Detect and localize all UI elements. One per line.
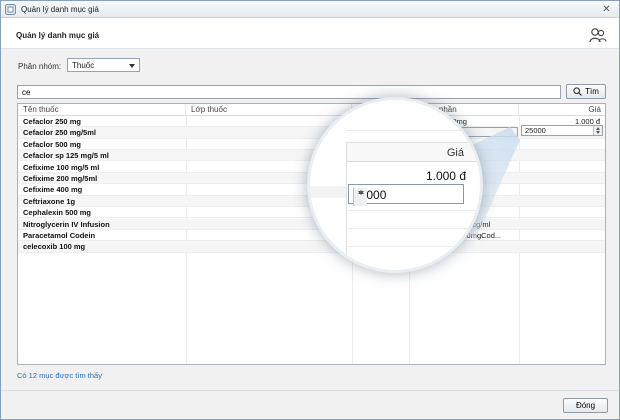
cell-name: Cefaclor 250 mg/5ml [23,128,96,138]
cell-name: Cefaclor sp 125 mg/5 ml [23,151,109,161]
magnifier-lens: Giá 1.000 đ 25000 [310,100,480,270]
column-header-name[interactable]: Tên thuốc [18,104,186,116]
main-content: Phân nhóm: Thuốc Tìm Tên thuốc Lớp thuốc… [1,49,619,390]
cell-class [186,116,352,127]
table-row[interactable]: Paracetamol CodeinParacetamol 500mgCod..… [18,230,605,242]
table-row[interactable]: celecoxib 100 mg [18,241,605,253]
table-row[interactable]: Cephalexin 500 mgCephalexin 500mg [18,207,605,219]
spin-buttons[interactable] [593,126,602,135]
magnified-price-value: 1.000 đ [425,169,466,183]
cell-name: Cephalexin 500 mg [23,208,91,218]
cell-price [519,207,605,218]
magnified-spin-buttons[interactable] [353,188,367,206]
close-button[interactable]: Đóng [563,398,608,413]
app-window: Quản lý danh mục giá ✕ Quản lý danh mục … [0,0,620,420]
cell-name: celecoxib 100 mg [23,242,86,252]
footer-bar: Đóng [1,390,619,419]
cell-name: Cefixime 100 mg/5 ml [23,162,100,172]
table-row[interactable]: Cefaclor sp 125 mg/5 ml [18,150,605,162]
cell-class [186,241,352,252]
search-button-label: Tìm [585,87,599,96]
cell-name: Ceftriaxone 1g [23,196,76,206]
result-count: Có 12 mục được tìm thấy [17,371,102,380]
group-select[interactable]: Thuốc [67,58,140,72]
cell-price [519,150,605,161]
price-editor[interactable]: 25000 [521,125,603,136]
table-row[interactable]: Nitroglycerin IV InfusionNitroglycerin 2… [18,218,605,230]
app-icon [5,4,16,15]
cell-price [519,162,605,173]
users-icon[interactable] [589,27,607,43]
magnified-column-label: Giá [446,147,464,159]
magnified-price-editor[interactable]: 25000 [348,184,464,206]
filter-label: Phân nhóm: [18,62,62,71]
cell-price [519,196,605,207]
cell-price [519,184,605,195]
search-input[interactable] [17,85,561,99]
page-title: Quản lý danh mục giá [16,31,100,40]
table-row[interactable]: Cefaclor 500 mgCefaclor 500mg [18,139,605,151]
table-row[interactable]: Cefaclor 250 mgviênCefaclor 250mg1.000 đ [18,116,605,128]
table-header: Tên thuốc Lớp thuốc Đơn vị Thành phần Gi… [18,104,605,116]
cell-price [519,219,605,230]
cell-name: Cefixime 400 mg [23,185,83,195]
window-title: Quản lý danh mục giá [21,5,99,14]
cell-name: Cefaclor 250 mg [23,117,81,126]
cell-name: Cefixime 200 mg/5ml [23,174,98,183]
cell-price [519,230,605,241]
column-header-class[interactable]: Lớp thuốc [186,104,352,116]
group-select-value: Thuốc [72,61,95,70]
cell-price [519,241,605,252]
cell-name: Nitroglycerin IV Infusion [23,219,110,229]
price-editor-value: 25000 [525,126,546,135]
chevron-down-icon [129,64,135,68]
magnified-column-header: Giá [346,142,480,162]
cell-name: Paracetamol Codein [23,231,96,240]
cell-name: Cefaclor 500 mg [23,139,81,149]
price-table: Tên thuốc Lớp thuốc Đơn vị Thành phần Gi… [17,103,606,365]
search-icon [573,87,583,96]
cell-price [519,139,605,150]
page-header: Quản lý danh mục giá [1,19,619,49]
column-header-price[interactable]: Giá [519,104,605,116]
close-icon[interactable]: ✕ [600,3,613,16]
cell-price [519,173,605,184]
magnified-price: 1.000 đ [346,166,480,186]
title-bar: Quản lý danh mục giá ✕ [1,1,619,18]
search-button[interactable]: Tìm [566,84,606,99]
